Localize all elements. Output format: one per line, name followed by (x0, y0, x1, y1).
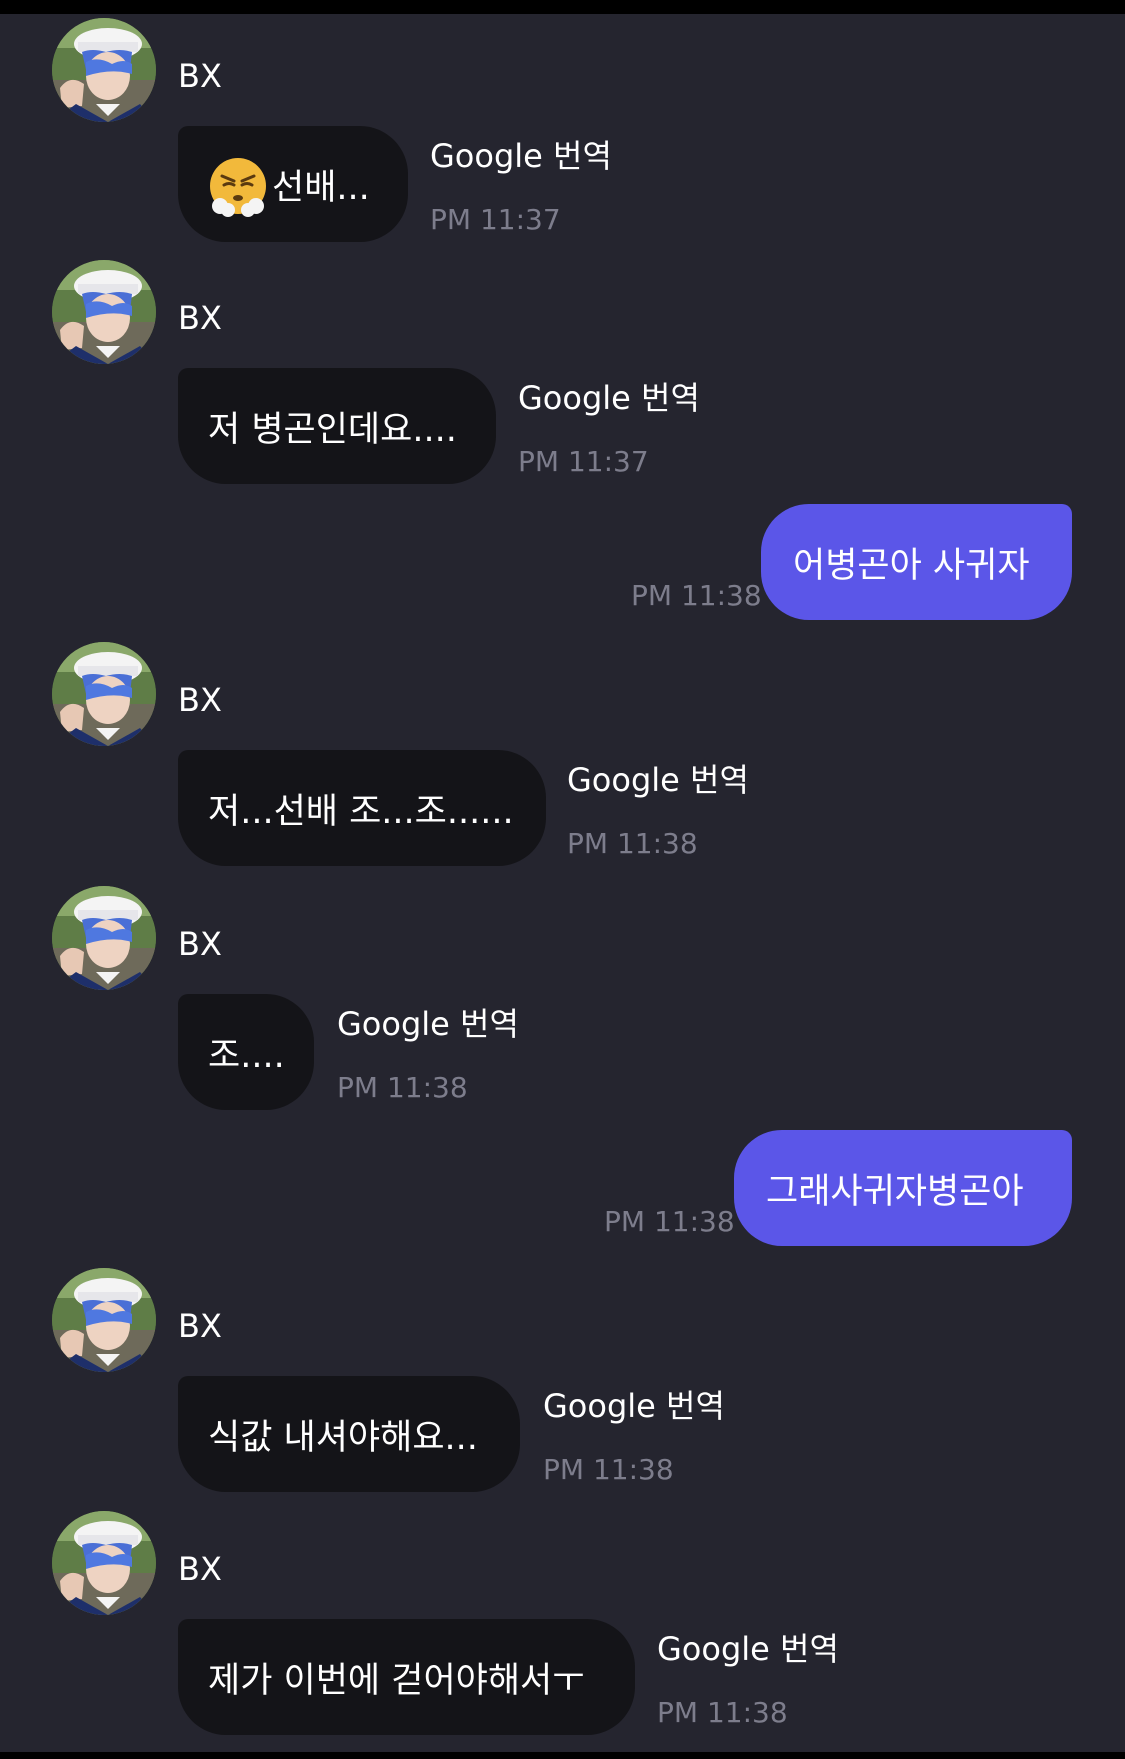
message-text: 선배... (272, 167, 370, 208)
incoming-message: BX 제가 이번에 걷어야해서ㅜ Google 번역 PM 11:38 (0, 1511, 1125, 1741)
steam-from-nose-emoji (206, 154, 270, 218)
avatar[interactable] (52, 260, 156, 364)
incoming-message: BX 조.... Google 번역 PM 11:38 (0, 886, 1125, 1116)
sender-name: BX (178, 681, 222, 719)
incoming-message: BX 저 병곤인데요.... Google 번역 PM 11:37 (0, 260, 1125, 490)
google-translate-link[interactable]: Google 번역 (430, 138, 612, 174)
google-translate-link[interactable]: Google 번역 (518, 380, 700, 416)
message-time: PM 11:37 (518, 445, 649, 478)
message-text: 어병곤아 사귀자 (793, 545, 1030, 586)
sender-name: BX (178, 925, 222, 963)
sender-name: BX (178, 57, 222, 95)
avatar[interactable] (52, 886, 156, 990)
message-text: 저 병곤인데요.... (208, 409, 457, 450)
google-translate-link[interactable]: Google 번역 (657, 1631, 839, 1667)
message-meta: Google 번역 PM 11:38 (567, 762, 749, 860)
message-time: PM 11:38 (567, 827, 698, 860)
outgoing-message: PM 11:38 어병곤아 사귀자 (0, 504, 1125, 620)
incoming-message: BX 식값 내셔야해요... Google 번역 PM 11:38 (0, 1268, 1125, 1498)
message-text: 제가 이번에 걷어야해서ㅜ (208, 1660, 585, 1701)
incoming-message: BX 선배... Google 번역 PM 11:37 (0, 18, 1125, 248)
message-bubble[interactable]: 선배... (178, 126, 408, 242)
message-time: PM 11:38 (604, 1205, 735, 1238)
message-text: 조.... (208, 1035, 285, 1076)
message-time: PM 11:38 (657, 1696, 788, 1729)
message-time: PM 11:38 (337, 1071, 468, 1104)
message-text: 저...선배 조...조...... (208, 791, 514, 832)
message-time: PM 11:38 (631, 579, 762, 612)
sender-name: BX (178, 1307, 222, 1345)
message-bubble[interactable]: 그래사귀자병곤아 (734, 1130, 1072, 1246)
avatar[interactable] (52, 18, 156, 122)
avatar[interactable] (52, 1268, 156, 1372)
message-meta: Google 번역 PM 11:37 (430, 138, 612, 236)
message-bubble[interactable]: 조.... (178, 994, 314, 1110)
message-meta: Google 번역 PM 11:38 (337, 1006, 519, 1104)
message-bubble[interactable]: 식값 내셔야해요... (178, 1376, 520, 1492)
sender-name: BX (178, 1550, 222, 1588)
avatar[interactable] (52, 1511, 156, 1615)
message-text: 그래사귀자병곤아 (766, 1171, 1024, 1212)
incoming-message: BX 저...선배 조...조...... Google 번역 PM 11:38 (0, 642, 1125, 872)
message-bubble[interactable]: 제가 이번에 걷어야해서ㅜ (178, 1619, 635, 1735)
message-meta: Google 번역 PM 11:38 (657, 1631, 839, 1729)
message-time: PM 11:37 (430, 203, 561, 236)
message-text: 식값 내셔야해요... (208, 1417, 478, 1458)
message-time: PM 11:38 (543, 1453, 674, 1486)
message-bubble[interactable]: 저...선배 조...조...... (178, 750, 546, 866)
avatar[interactable] (52, 642, 156, 746)
outgoing-message: PM 11:38 그래사귀자병곤아 (0, 1130, 1125, 1246)
message-meta: Google 번역 PM 11:38 (543, 1388, 725, 1486)
google-translate-link[interactable]: Google 번역 (567, 762, 749, 798)
chat-screen[interactable]: BX 선배... Google 번역 PM 11:37 BX 저 병곤인데요..… (0, 14, 1125, 1752)
sender-name: BX (178, 299, 222, 337)
message-bubble[interactable]: 저 병곤인데요.... (178, 368, 496, 484)
google-translate-link[interactable]: Google 번역 (337, 1006, 519, 1042)
google-translate-link[interactable]: Google 번역 (543, 1388, 725, 1424)
message-bubble[interactable]: 어병곤아 사귀자 (761, 504, 1072, 620)
message-meta: Google 번역 PM 11:37 (518, 380, 700, 478)
